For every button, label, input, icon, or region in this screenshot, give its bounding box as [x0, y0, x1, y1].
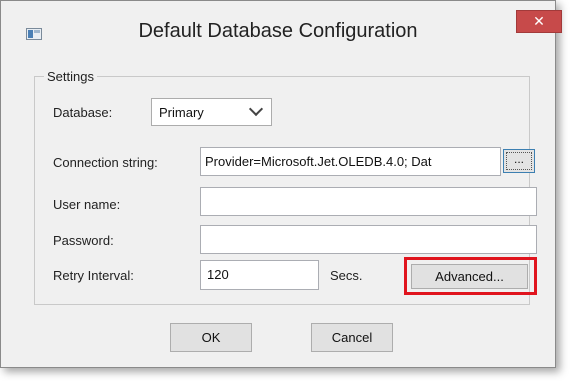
user-name-label: User name: — [53, 197, 121, 212]
window-title: Default Database Configuration — [138, 20, 418, 42]
title-bar[interactable]: Default Database Configuration — [1, 1, 555, 59]
dialog-window: Default Database Configuration ✕ Setting… — [0, 0, 562, 368]
browse-button[interactable]: ... — [503, 149, 535, 173]
retry-interval-unit: Secs. — [330, 268, 363, 283]
user-name-input[interactable] — [200, 187, 537, 216]
close-button[interactable]: ✕ — [516, 10, 562, 33]
connection-string-label: Connection string: — [53, 155, 158, 170]
database-label: Database: — [53, 105, 113, 120]
cancel-button[interactable]: Cancel — [311, 323, 393, 352]
advanced-button-highlight — [404, 257, 537, 295]
chevron-down-icon — [248, 101, 264, 117]
retry-interval-label: Retry Interval: — [53, 268, 134, 283]
database-select[interactable]: Primary — [151, 98, 272, 126]
settings-group-label: Settings — [44, 69, 97, 84]
database-selected-value: Primary — [159, 105, 204, 120]
password-label: Password: — [53, 233, 114, 248]
ok-button[interactable]: OK — [170, 323, 252, 352]
password-input[interactable] — [200, 225, 537, 254]
connection-string-input[interactable]: Provider=Microsoft.Jet.OLEDB.4.0; Dat — [200, 147, 501, 176]
retry-interval-input[interactable]: 120 — [200, 260, 319, 290]
dialog-body: Settings Database: Primary Connection st… — [12, 59, 543, 357]
